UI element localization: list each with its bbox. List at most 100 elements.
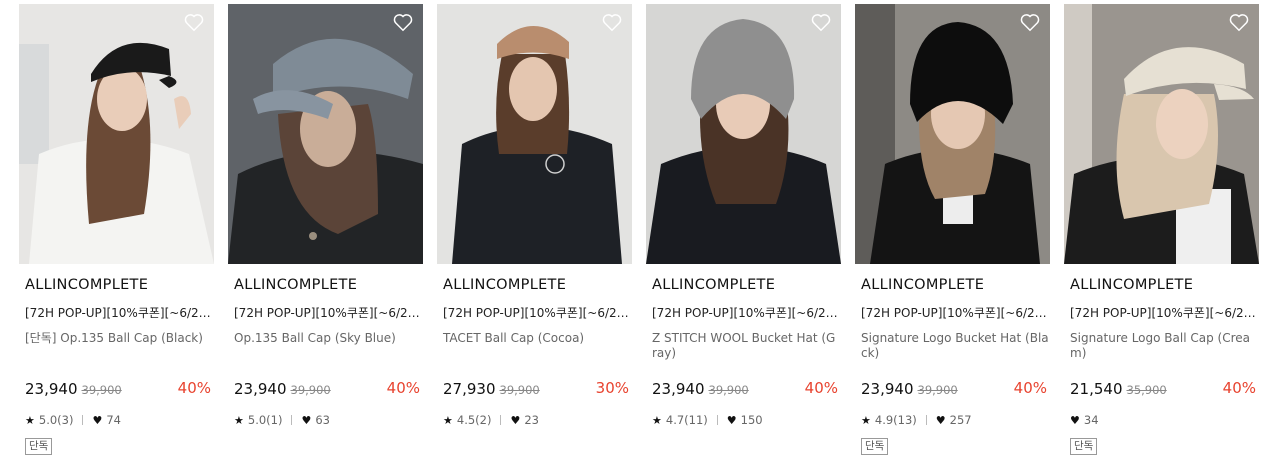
discount-rate: 40%	[1013, 379, 1047, 397]
heart-icon: ♥	[301, 413, 312, 427]
product-image[interactable]	[646, 4, 841, 264]
product-photo	[19, 4, 214, 264]
product-photo	[228, 4, 423, 264]
product-image[interactable]	[228, 4, 423, 264]
product-name[interactable]: Signature Logo Bucket Hat (Black)	[861, 331, 1049, 361]
heart-icon: ♥	[726, 413, 737, 427]
like-count: 63	[315, 413, 330, 427]
heart-icon: ♥	[1070, 413, 1080, 427]
wishlist-heart-icon[interactable]	[183, 11, 205, 33]
product-photo	[855, 4, 1050, 264]
exclusive-badge: 단독	[25, 438, 53, 455]
price-row: 27,930 39,900 30%	[443, 379, 629, 399]
sale-price: 21,540	[1070, 380, 1123, 398]
meta-divider	[291, 415, 293, 425]
product-meta: ★ 5.0(1) ♥ 63	[234, 413, 330, 427]
product-name[interactable]: Z STITCH WOOL Bucket Hat (Gray)	[652, 331, 840, 361]
product-image[interactable]	[1064, 4, 1259, 264]
price-row: 23,940 39,900 40%	[234, 379, 420, 399]
rating-value: 5.0(3)	[38, 413, 74, 427]
heart-icon: ♥	[92, 413, 103, 427]
wishlist-heart-icon[interactable]	[1019, 11, 1041, 33]
meta-divider	[925, 415, 927, 425]
heart-icon: ♥	[510, 413, 521, 427]
like-count: 150	[740, 413, 763, 427]
exclusive-badge: 단독	[861, 438, 889, 455]
product-promo[interactable]: [72H POP-UP][10%쿠폰][~6/22…	[443, 304, 633, 321]
discount-rate: 40%	[804, 379, 838, 397]
product-photo	[646, 4, 841, 264]
heart-icon: ♥	[935, 413, 946, 427]
product-meta: ★ 5.0(3) ♥ 74	[25, 413, 121, 427]
like-count: 257	[949, 413, 972, 427]
product-meta: ♥ 34	[1070, 413, 1099, 427]
product-image[interactable]	[437, 4, 632, 264]
star-icon: ★	[234, 413, 244, 427]
wishlist-heart-icon[interactable]	[392, 11, 414, 33]
meta-divider	[500, 415, 502, 425]
original-price: 39,900	[290, 383, 331, 397]
product-brand[interactable]: ALLINCOMPLETE	[1070, 277, 1193, 293]
rating-value: 4.7(11)	[665, 413, 708, 427]
price-row: 21,540 35,900 40%	[1070, 379, 1256, 399]
product-promo[interactable]: [72H POP-UP][10%쿠폰][~6/22…	[234, 304, 424, 321]
product-promo[interactable]: [72H POP-UP][10%쿠폰][~6/22…	[652, 304, 842, 321]
product-card[interactable]: ALLINCOMPLETE [72H POP-UP][10%쿠폰][~6/22……	[646, 4, 842, 464]
wishlist-heart-icon[interactable]	[810, 11, 832, 33]
original-price: 39,900	[917, 383, 958, 397]
sale-price: 27,930	[443, 380, 496, 398]
product-name[interactable]: Op.135 Ball Cap (Sky Blue)	[234, 331, 422, 346]
product-name[interactable]: Signature Logo Ball Cap (Cream)	[1070, 331, 1258, 361]
product-card[interactable]: ALLINCOMPLETE [72H POP-UP][10%쿠폰][~6/22……	[855, 4, 1051, 464]
product-card[interactable]: ALLINCOMPLETE [72H POP-UP][10%쿠폰][~6/22……	[437, 4, 633, 464]
price-row: 23,940 39,900 40%	[652, 379, 838, 399]
star-icon: ★	[443, 413, 453, 427]
product-image[interactable]	[19, 4, 214, 264]
price-row: 23,940 39,900 40%	[861, 379, 1047, 399]
product-photo	[1064, 4, 1259, 264]
product-promo[interactable]: [72H POP-UP][10%쿠폰][~6/22…	[861, 304, 1051, 321]
product-card[interactable]: ALLINCOMPLETE [72H POP-UP][10%쿠폰][~6/22……	[1064, 4, 1260, 464]
product-brand[interactable]: ALLINCOMPLETE	[652, 277, 775, 293]
product-name[interactable]: TACET Ball Cap (Cocoa)	[443, 331, 631, 346]
rating-value: 5.0(1)	[247, 413, 283, 427]
product-brand[interactable]: ALLINCOMPLETE	[25, 277, 148, 293]
product-image[interactable]	[855, 4, 1050, 264]
original-price: 39,900	[81, 383, 122, 397]
like-count: 34	[1083, 413, 1099, 427]
product-grid: ALLINCOMPLETE [72H POP-UP][10%쿠폰][~6/22……	[0, 0, 1270, 469]
original-price: 39,900	[499, 383, 540, 397]
star-icon: ★	[25, 413, 35, 427]
product-card[interactable]: ALLINCOMPLETE [72H POP-UP][10%쿠폰][~6/22……	[19, 4, 215, 464]
sale-price: 23,940	[25, 380, 78, 398]
product-brand[interactable]: ALLINCOMPLETE	[234, 277, 357, 293]
sale-price: 23,940	[234, 380, 287, 398]
rating-value: 4.9(13)	[874, 413, 917, 427]
star-icon: ★	[652, 413, 662, 427]
price-row: 23,940 39,900 40%	[25, 379, 211, 399]
sale-price: 23,940	[861, 380, 914, 398]
meta-divider	[82, 415, 84, 425]
product-name[interactable]: [단독] Op.135 Ball Cap (Black)	[25, 331, 213, 346]
wishlist-heart-icon[interactable]	[601, 11, 623, 33]
like-count: 74	[106, 413, 121, 427]
sale-price: 23,940	[652, 380, 705, 398]
discount-rate: 40%	[386, 379, 420, 397]
product-promo[interactable]: [72H POP-UP][10%쿠폰][~6/22…	[1070, 304, 1260, 321]
product-meta: ★ 4.9(13) ♥ 257	[861, 413, 972, 427]
discount-rate: 30%	[595, 379, 629, 397]
like-count: 23	[524, 413, 539, 427]
product-promo[interactable]: [72H POP-UP][10%쿠폰][~6/22…	[25, 304, 215, 321]
discount-rate: 40%	[177, 379, 211, 397]
discount-rate: 40%	[1222, 379, 1256, 397]
wishlist-heart-icon[interactable]	[1228, 11, 1250, 33]
product-meta: ★ 4.7(11) ♥ 150	[652, 413, 763, 427]
product-brand[interactable]: ALLINCOMPLETE	[861, 277, 984, 293]
original-price: 35,900	[1126, 383, 1167, 397]
product-card[interactable]: ALLINCOMPLETE [72H POP-UP][10%쿠폰][~6/22……	[228, 4, 424, 464]
product-brand[interactable]: ALLINCOMPLETE	[443, 277, 566, 293]
rating-value: 4.5(2)	[456, 413, 492, 427]
star-icon: ★	[861, 413, 871, 427]
meta-divider	[716, 415, 718, 425]
product-meta: ★ 4.5(2) ♥ 23	[443, 413, 539, 427]
